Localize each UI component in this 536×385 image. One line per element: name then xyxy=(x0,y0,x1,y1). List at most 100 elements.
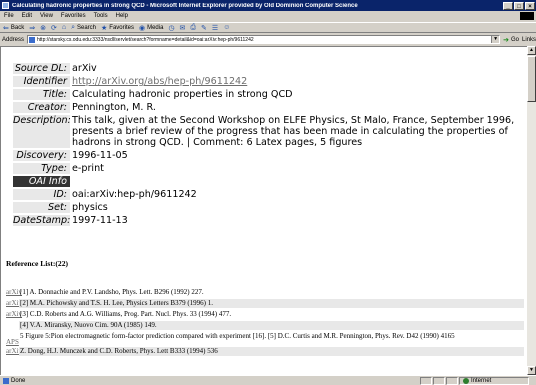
status-panel xyxy=(433,376,445,385)
links-button[interactable]: Links xyxy=(522,37,536,43)
record-row-identifier: Identifier http://arXiv.org/abs/hep-ph/9… xyxy=(13,76,521,88)
back-arrow-icon: ⇐ xyxy=(3,24,9,32)
address-dropdown-icon[interactable]: ▼ xyxy=(491,36,500,43)
record-row-datestamp: DateStamp: 1997-11-13 xyxy=(13,215,521,227)
stop-button[interactable]: ⊗ xyxy=(40,24,46,32)
print-button[interactable]: ⎙ xyxy=(190,24,196,32)
minimize-button[interactable]: _ xyxy=(503,1,513,10)
go-label: Go xyxy=(510,36,519,43)
id-label: ID: xyxy=(13,189,70,201)
set-value: physics xyxy=(72,202,108,214)
status-done: Done xyxy=(0,377,420,384)
source-dl-value: arXiv xyxy=(72,63,97,74)
scroll-thumb[interactable] xyxy=(527,56,536,102)
messenger-button[interactable]: ☺ xyxy=(223,24,230,31)
reference-source-link[interactable]: arXiv xyxy=(6,347,22,355)
source-dl-label: Source DL: xyxy=(13,63,70,75)
reference-text: [1] A. Donnachie and P.V. Landsho, Phys.… xyxy=(20,288,204,296)
discovery-label: Discovery: xyxy=(13,150,70,162)
menu-tools[interactable]: Tools xyxy=(94,13,108,19)
refresh-button[interactable]: ⟳ xyxy=(51,24,57,32)
search-icon: ⌕ xyxy=(71,23,75,31)
discuss-icon: ☰ xyxy=(211,24,219,32)
menu-view[interactable]: View xyxy=(40,13,53,19)
reference-source-link[interactable]: arXiv xyxy=(6,288,22,296)
edit-button[interactable]: ✎ xyxy=(201,24,207,32)
record-row-discovery: Discovery: 1996-11-05 xyxy=(13,150,521,162)
menu-favorites[interactable]: Favorites xyxy=(61,13,86,19)
menu-edit[interactable]: Edit xyxy=(22,13,32,19)
reference-source-link[interactable]: APS xyxy=(6,332,19,346)
page-viewport[interactable]: Source DL: arXiv Identifier http://arXiv… xyxy=(0,46,527,375)
address-label: Address xyxy=(2,36,25,43)
media-button[interactable]: ◉ Media xyxy=(139,24,163,32)
discuss-button[interactable]: ☰ xyxy=(212,24,218,32)
scroll-down-icon[interactable]: ▼ xyxy=(527,366,536,375)
media-icon: ◉ xyxy=(138,24,146,32)
edit-icon: ✎ xyxy=(201,24,207,32)
toolbar: ⇐ Back ⇒ ⊗ ⟳ ⌂ ⌕ Search ★ Favorites ◉ Media … xyxy=(0,22,536,33)
menu-file[interactable]: File xyxy=(4,13,14,19)
window-title: Calculating hadronic properties in stron… xyxy=(12,2,358,9)
record-row-oai-info: OAI Info xyxy=(13,176,521,188)
reference-text: Z. Dong, H.J. Munczek and C.D. Roberts, … xyxy=(19,347,524,356)
favorites-button[interactable]: ★ Favorites xyxy=(101,24,134,32)
vertical-scrollbar[interactable]: ▲ ▼ xyxy=(527,46,536,375)
media-label: Media xyxy=(147,24,164,31)
title-label: Title: xyxy=(13,89,70,101)
reference-source-link[interactable]: arXiv xyxy=(6,310,22,318)
list-item: arXiv [3] C.D. Roberts and A.G. Williams… xyxy=(6,310,524,320)
reference-text: [4] V.A. Miransky, Nuovo Cim. 90A (1985)… xyxy=(19,321,524,330)
search-label: Search xyxy=(77,24,97,31)
record-row-description: Description: This talk, given at the Sec… xyxy=(13,115,521,149)
page-done-icon xyxy=(3,377,9,384)
forward-button[interactable]: ⇒ xyxy=(29,24,35,32)
home-button[interactable]: ⌂ xyxy=(62,24,66,31)
refresh-icon: ⟳ xyxy=(50,24,57,32)
security-zone: Internet xyxy=(459,376,529,385)
windows-logo-icon xyxy=(520,12,534,20)
mail-icon: ✉ xyxy=(179,24,186,32)
stop-icon: ⊗ xyxy=(40,24,46,32)
reference-text: [2] M.A. Pichowsky and T.S. H. Lee, Phys… xyxy=(19,299,524,308)
description-label: Description: xyxy=(13,115,71,149)
ie-icon xyxy=(2,2,9,9)
scroll-up-icon[interactable]: ▲ xyxy=(527,46,536,55)
list-item: arXiv [2] M.A. Pichowsky and T.S. H. Lee… xyxy=(6,299,524,309)
datestamp-label: DateStamp: xyxy=(13,215,71,227)
menu-bar: File Edit View Favorites Tools Help xyxy=(0,11,536,21)
back-button[interactable]: ⇐ Back xyxy=(3,24,24,32)
mail-button[interactable]: ✉ xyxy=(180,24,186,32)
window-titlebar: Calculating hadronic properties in stron… xyxy=(0,0,536,11)
page-icon xyxy=(29,36,36,43)
oai-info-header: OAI Info xyxy=(13,176,70,188)
id-value: oai:arXiv:hep-ph/9611242 xyxy=(72,189,197,201)
close-button[interactable]: × xyxy=(525,1,535,10)
datestamp-value: 1997-11-13 xyxy=(72,215,128,227)
description-value: This talk, given at the Second Workshop … xyxy=(72,115,515,149)
set-label: Set: xyxy=(13,202,70,214)
internet-globe-icon xyxy=(463,377,469,384)
list-item: APS 5 Figure 5:Pion electromagnetic form… xyxy=(6,332,524,346)
history-button[interactable]: ◷ xyxy=(168,24,174,32)
print-icon: ⎙ xyxy=(190,23,197,31)
address-input[interactable]: http://starsky.cs.odu.edu:3333/nsdl/serv… xyxy=(27,35,501,44)
identifier-label: Identifier xyxy=(13,76,70,88)
zone-label: Internet xyxy=(471,377,492,384)
record-row-creator: Creator: Pennington, M. R. xyxy=(13,102,521,114)
reference-text: 5 Figure 5:Pion electromagnetic form-fac… xyxy=(20,332,455,340)
reference-source-link[interactable]: arXiv xyxy=(6,299,22,307)
maximize-button[interactable]: □ xyxy=(514,1,524,10)
record-row-type: Type: e-print xyxy=(13,163,521,175)
reference-text: [3] C.D. Roberts and A.G. Williams, Prog… xyxy=(20,310,232,318)
identifier-link[interactable]: http://arXiv.org/abs/hep-ph/9611242 xyxy=(72,76,247,87)
creator-value: Pennington, M. R. xyxy=(72,102,156,114)
go-button[interactable]: ➔ Go xyxy=(503,36,519,44)
menu-help[interactable]: Help xyxy=(116,13,128,19)
search-button[interactable]: ⌕ Search xyxy=(71,24,96,32)
back-label: Back xyxy=(10,24,25,31)
favorites-icon: ★ xyxy=(101,24,108,32)
list-item: arXiv Z. Dong, H.J. Munczek and C.D. Rob… xyxy=(6,347,524,357)
forward-arrow-icon: ⇒ xyxy=(29,24,36,32)
favorites-label: Favorites xyxy=(109,24,134,31)
